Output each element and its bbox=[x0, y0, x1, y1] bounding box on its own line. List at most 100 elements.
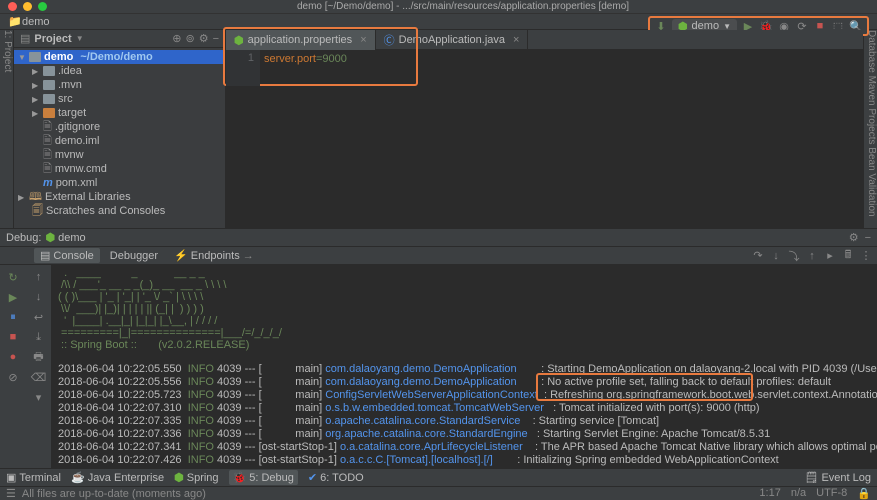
editor: ⬢ application.properties × Ⓒ DemoApplica… bbox=[226, 30, 863, 228]
folder-icon bbox=[29, 52, 41, 62]
console-icon: ▤ bbox=[40, 249, 50, 262]
tree-item[interactable]: ▶.mvn bbox=[14, 78, 225, 92]
scratches-icon: 🗐 bbox=[32, 202, 43, 221]
step-into-icon[interactable]: ↓ bbox=[769, 249, 783, 263]
close-icon[interactable]: × bbox=[360, 34, 366, 46]
step-over-icon[interactable]: ⤵ bbox=[787, 249, 801, 263]
close-icon[interactable]: × bbox=[513, 34, 519, 46]
cursor-position[interactable]: 1:17 bbox=[759, 487, 780, 500]
lock-icon[interactable]: 🔒 bbox=[857, 487, 871, 500]
hide-icon[interactable]: − bbox=[865, 232, 871, 244]
mute-icon[interactable]: ⊘ bbox=[5, 369, 21, 385]
label: Endpoints bbox=[191, 250, 240, 262]
project-tree[interactable]: ▼ demo ~/Demo/demo ▶.idea▶.mvn▶ src▶ targe… bbox=[14, 48, 225, 220]
code-key: server.port bbox=[264, 53, 316, 65]
tree-item-label: src bbox=[58, 93, 73, 105]
tree-item[interactable]: 🗎mvnw.cmd bbox=[14, 162, 225, 176]
tab-label: DemoApplication.java bbox=[399, 34, 505, 46]
down-icon[interactable]: ↓ bbox=[31, 289, 47, 305]
tree-root-name: demo bbox=[44, 51, 73, 63]
tree-item[interactable]: ▶ src bbox=[14, 92, 225, 106]
gear-icon[interactable]: ⚙ bbox=[199, 32, 209, 45]
rerun-icon[interactable]: ↻ bbox=[5, 269, 21, 285]
scroll-icon[interactable]: ⤓ bbox=[31, 329, 47, 345]
titlebar: demo [~/Demo/demo] - .../src/main/resour… bbox=[0, 0, 877, 14]
btab-debug[interactable]: 🐞5: Debug bbox=[229, 470, 298, 485]
folder-icon bbox=[43, 94, 55, 104]
label: Terminal bbox=[19, 472, 61, 484]
tree-item-label: target bbox=[58, 107, 86, 119]
spring-icon: ⬢ bbox=[174, 471, 184, 484]
debug-side-toolbar-2: ↑ ↓ ↩ ⤓ 🖶 ⌫ ▾ bbox=[26, 265, 52, 486]
btab-terminal[interactable]: ▣Terminal bbox=[6, 471, 61, 484]
tree-root[interactable]: ▼ demo ~/Demo/demo bbox=[14, 50, 225, 64]
clear-icon[interactable]: ⌫ bbox=[31, 369, 47, 385]
tab-console[interactable]: ▤ Console bbox=[34, 248, 100, 263]
filter-icon[interactable]: ▾ bbox=[31, 389, 47, 405]
java-class-icon: Ⓒ bbox=[384, 32, 395, 48]
tree-item-label: .idea bbox=[58, 65, 82, 77]
tab-application-properties[interactable]: ⬢ application.properties × bbox=[226, 30, 376, 50]
code-area[interactable]: server.port=9000 bbox=[260, 50, 528, 86]
editor-body[interactable]: 1 server.port=9000 bbox=[226, 50, 528, 86]
editor-tabs: ⬢ application.properties × Ⓒ DemoApplica… bbox=[226, 30, 863, 50]
project-tool-window: ▤ Project ▼ ⊕ ⊚ ⚙ − ▼ demo ~/Demo/demo ▶… bbox=[14, 30, 226, 228]
breadcrumb-project[interactable]: demo bbox=[22, 16, 50, 28]
wrap-icon[interactable]: ↩ bbox=[31, 309, 47, 325]
folder-icon bbox=[43, 108, 55, 118]
console-output[interactable]: . ____ _ __ _ _ /\\ / ___'_ __ _ _(_)_ _… bbox=[52, 265, 877, 486]
folder-icon: 📁 bbox=[8, 15, 22, 29]
tree-item-label: .gitignore bbox=[55, 121, 100, 133]
project-panel-title[interactable]: Project bbox=[34, 33, 71, 45]
left-gutter[interactable]: 1: Project bbox=[0, 30, 14, 228]
caret-right-icon: ▶ bbox=[32, 95, 40, 104]
up-icon[interactable]: ↑ bbox=[31, 269, 47, 285]
step-out-icon[interactable]: ↑ bbox=[805, 249, 819, 263]
btab-spring[interactable]: ⬢Spring bbox=[174, 471, 218, 484]
folder-icon bbox=[43, 80, 55, 90]
hide-icon[interactable]: − bbox=[213, 33, 219, 45]
debug-tool-window: Debug: ⬢ demo ⚙ − ▤ Console Debugger ⚡ E… bbox=[0, 228, 877, 486]
spring-icon: ⬢ bbox=[45, 231, 55, 244]
breakpoints-icon[interactable]: ● bbox=[5, 349, 21, 365]
target-icon[interactable]: ⊚ bbox=[185, 32, 194, 45]
run-to-cursor-icon[interactable]: ▸ bbox=[823, 249, 837, 263]
label: 5: Debug bbox=[249, 472, 294, 484]
status-icon[interactable]: ☰ bbox=[6, 487, 16, 500]
tab-endpoints[interactable]: ⚡ Endpoints → bbox=[168, 248, 260, 263]
label: Console bbox=[53, 250, 93, 262]
minimize-window-icon[interactable] bbox=[23, 2, 32, 11]
debug-body: ↻ ▶ ⏸ ■ ● ⊘ ↑ ↓ ↩ ⤓ 🖶 ⌫ ▾ . ____ _ __ _ … bbox=[0, 265, 877, 486]
btab-event-log[interactable]: 🗒Event Log bbox=[804, 471, 871, 484]
evaluate-icon[interactable]: 🖩 bbox=[841, 249, 855, 263]
print-icon[interactable]: 🖶 bbox=[31, 349, 47, 365]
close-window-icon[interactable] bbox=[8, 2, 17, 11]
tree-item[interactable]: mpom.xml bbox=[14, 176, 225, 190]
tree-scratches[interactable]: 🗐 Scratches and Consoles bbox=[14, 204, 225, 218]
status-bar: ☰ All files are up-to-date (moments ago)… bbox=[0, 486, 877, 500]
tree-item-label: mvnw.cmd bbox=[55, 163, 107, 175]
btab-java-enterprise[interactable]: ☕Java Enterprise bbox=[71, 471, 164, 484]
debug-label: Debug: bbox=[6, 232, 41, 244]
stop-icon[interactable]: ■ bbox=[5, 329, 21, 345]
tree-external-libs[interactable]: ▶ 🕮 External Libraries bbox=[14, 190, 225, 204]
debug-tabs: ▤ Console Debugger ⚡ Endpoints → ↷ ↓ ⤵ ↑… bbox=[0, 247, 877, 265]
file-encoding[interactable]: UTF-8 bbox=[816, 487, 847, 500]
code-value: =9000 bbox=[316, 53, 347, 65]
btab-todo[interactable]: ✔6: TODO bbox=[308, 471, 364, 484]
pause-icon[interactable]: ⏸ bbox=[5, 309, 21, 325]
collapse-icon[interactable]: ⊕ bbox=[172, 32, 181, 45]
insert-mode[interactable]: n/a bbox=[791, 487, 806, 500]
gear-icon[interactable]: ⚙ bbox=[849, 231, 859, 244]
more-icon[interactable]: ⋮ bbox=[859, 249, 873, 263]
debug-config[interactable]: demo bbox=[58, 232, 86, 244]
tree-item[interactable]: ▶.idea bbox=[14, 64, 225, 78]
step-icon[interactable]: ↷ bbox=[751, 249, 765, 263]
tab-debugger[interactable]: Debugger bbox=[104, 249, 164, 263]
right-gutter[interactable]: Database Maven Projects Bean Validation bbox=[863, 30, 877, 228]
tab-demo-application[interactable]: Ⓒ DemoApplication.java × bbox=[376, 30, 529, 50]
chevron-down-icon[interactable]: ▼ bbox=[76, 34, 84, 43]
bottom-tool-tabs: ▣Terminal ☕Java Enterprise ⬢Spring 🐞5: D… bbox=[0, 468, 877, 486]
maximize-window-icon[interactable] bbox=[38, 2, 47, 11]
resume-icon[interactable]: ▶ bbox=[5, 289, 21, 305]
